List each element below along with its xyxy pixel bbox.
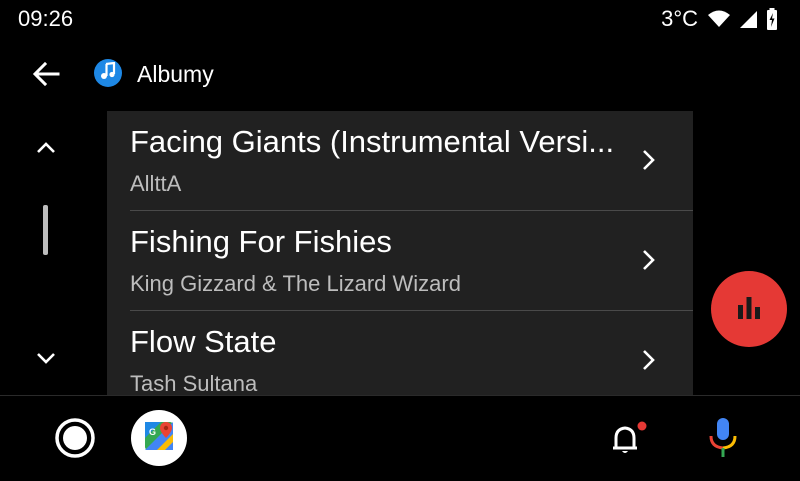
app-header: Albumy [0, 50, 800, 96]
status-time: 09:26 [18, 6, 74, 31]
voice-button[interactable] [701, 414, 745, 462]
svg-text:G: G [149, 427, 156, 437]
chevron-up-icon [32, 142, 60, 164]
google-maps-icon: G [139, 416, 179, 461]
home-circle-icon [54, 418, 96, 463]
chevron-right-icon [635, 247, 661, 273]
cell-signal-icon [738, 9, 758, 29]
album-list: Facing Giants (Instrumental Versi... All… [107, 111, 693, 395]
microphone-icon [701, 418, 745, 466]
scroll-up-button[interactable] [32, 134, 60, 160]
now-playing-button[interactable] [711, 271, 787, 347]
page-title: Albumy [137, 61, 214, 87]
status-bar: 09:26 3°C [0, 0, 800, 38]
app-icon [94, 59, 122, 87]
list-item-subtitle: AllttA [130, 171, 182, 196]
home-button[interactable] [54, 417, 96, 459]
chevron-right-icon [635, 347, 661, 373]
notifications-button[interactable] [604, 416, 648, 460]
bottom-nav: G [0, 395, 800, 481]
scroll-thumb[interactable] [43, 205, 48, 255]
maps-button[interactable]: G [131, 410, 187, 466]
wifi-icon [708, 10, 730, 28]
arrow-left-icon [28, 61, 64, 96]
equalizer-icon [735, 293, 763, 326]
list-item-title: Fishing For Fishies [130, 224, 392, 259]
list-item[interactable]: Flow State Tash Sultana [107, 311, 693, 395]
music-note-icon [99, 61, 117, 85]
status-indicators: 3°C [661, 6, 778, 32]
list-item-subtitle: Tash Sultana [130, 371, 258, 395]
battery-icon [766, 8, 778, 30]
list-item-subtitle: King Gizzard & The Lizard Wizard [130, 271, 461, 296]
scroll-down-button[interactable] [32, 346, 60, 372]
status-temperature: 3°C [661, 6, 698, 31]
notification-dot [637, 421, 647, 431]
chevron-down-icon [32, 353, 60, 376]
list-item[interactable]: Facing Giants (Instrumental Versi... All… [107, 111, 693, 211]
list-item-title: Flow State [130, 324, 277, 359]
bell-icon [604, 421, 648, 464]
list-item-title: Facing Giants (Instrumental Versi... [130, 124, 615, 159]
back-button[interactable] [28, 56, 64, 92]
list-item[interactable]: Fishing For Fishies King Gizzard & The L… [107, 211, 693, 311]
chevron-right-icon [635, 147, 661, 173]
